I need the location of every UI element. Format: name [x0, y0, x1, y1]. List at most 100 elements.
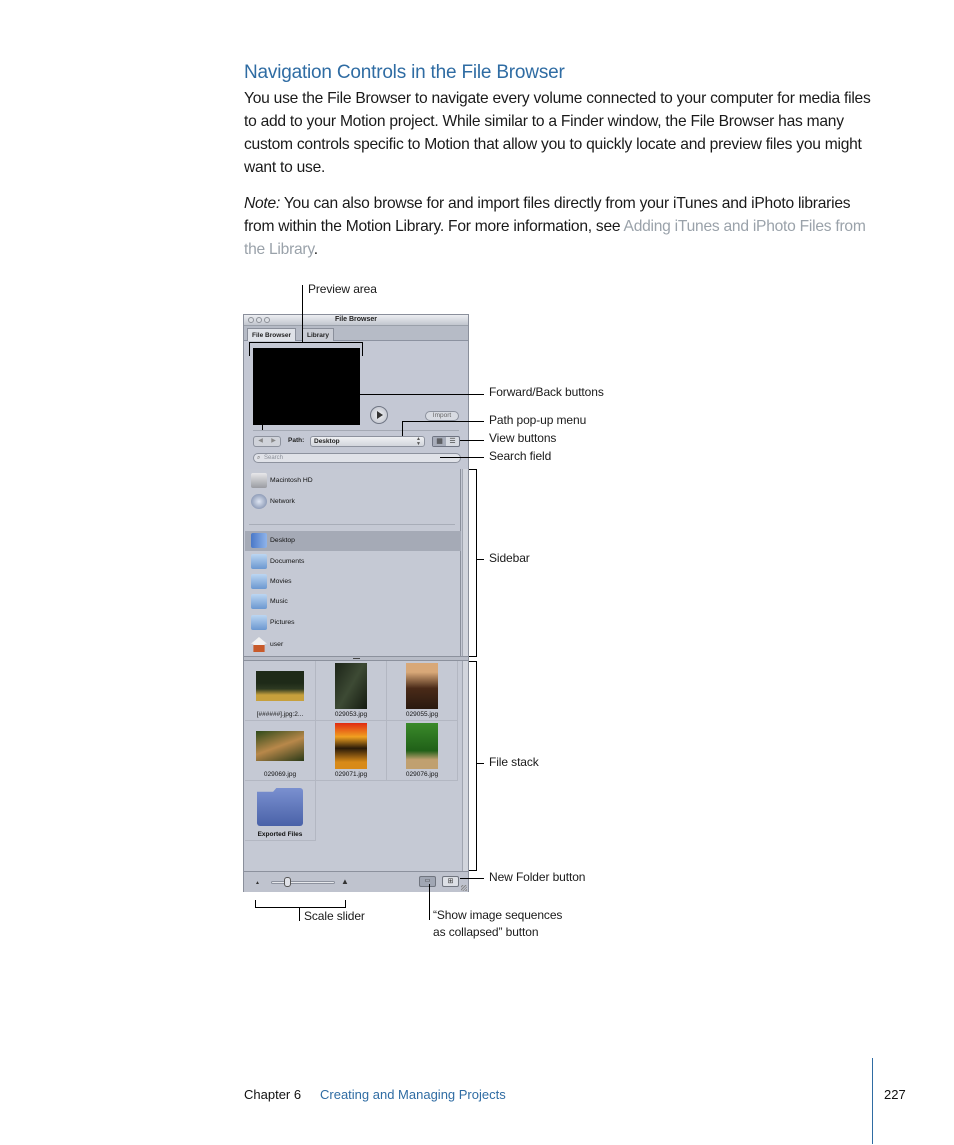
bottom-bar: ▲ ▲ ▭ ⊞: [244, 871, 468, 892]
icon-view-button[interactable]: ▦: [433, 437, 446, 446]
file-stack: [######].jpg:2... 029053.jpg 029055.jpg …: [245, 661, 461, 871]
callout-line: [255, 907, 346, 908]
file-browser-window: File Browser File Browser Library Import…: [243, 314, 469, 892]
footer-chapter: Chapter 6: [244, 1087, 302, 1102]
small-scale-icon: ▲: [255, 880, 260, 886]
forward-button[interactable]: ▶: [267, 437, 280, 446]
list-view-button[interactable]: ☰: [446, 437, 459, 446]
tab-library[interactable]: Library: [302, 328, 335, 341]
show-sequences-collapsed-button[interactable]: ▭: [419, 876, 436, 887]
callout-line: [302, 285, 303, 343]
image-thumbnail: [406, 663, 438, 709]
note-paragraph: Note: You can also browse for and import…: [244, 192, 884, 261]
resize-grip-icon[interactable]: [461, 885, 467, 891]
sidebar-item-label: Desktop: [270, 537, 295, 544]
callout-line: [460, 878, 484, 879]
file-stack-scrollbar[interactable]: [462, 661, 468, 871]
callout-view-buttons: View buttons: [489, 431, 557, 445]
callout-line: [460, 440, 484, 441]
image-thumbnail: [256, 731, 304, 761]
preview-area: [253, 348, 360, 425]
file-item[interactable]: 029076.jpg: [387, 721, 458, 781]
sidebar-item-label: user: [270, 641, 284, 648]
sidebar-item-documents[interactable]: Documents: [245, 552, 461, 572]
callout-preview-area: Preview area: [308, 282, 377, 296]
intro-paragraph: You use the File Browser to navigate eve…: [244, 90, 871, 176]
sidebar-item-label: Pictures: [270, 619, 295, 626]
callout-line: [402, 421, 484, 422]
sidebar-item-music[interactable]: Music: [245, 592, 461, 612]
callout-line: [476, 763, 484, 764]
back-button[interactable]: ◀: [254, 437, 267, 446]
image-thumbnail: [406, 723, 438, 769]
file-label: 029076.jpg: [405, 771, 439, 778]
sidebar-item-label: Documents: [270, 558, 305, 565]
image-thumbnail: [335, 663, 367, 709]
sidebar-divider: [249, 524, 455, 525]
callout-line: [262, 394, 263, 430]
file-item[interactable]: Exported Files: [245, 781, 316, 841]
file-label: Exported Files: [257, 831, 303, 838]
note-label: Note:: [244, 195, 281, 212]
callout-scale-slider: Scale slider: [304, 909, 365, 923]
sidebar: Macintosh HD Network Desktop Documents M…: [245, 469, 461, 656]
view-buttons: ▦ ☰: [432, 436, 460, 447]
image-thumbnail: [335, 723, 367, 769]
folder-icon: [257, 788, 303, 826]
file-item[interactable]: 029053.jpg: [316, 661, 387, 721]
forward-back-buttons: ◀ ▶: [253, 436, 281, 447]
sidebar-item-movies[interactable]: Movies: [245, 572, 461, 592]
callout-line: [249, 342, 250, 356]
new-folder-button[interactable]: ⊞: [442, 876, 459, 887]
page-number: 227: [884, 1087, 906, 1102]
footer-chapter-title[interactable]: Creating and Managing Projects: [320, 1087, 506, 1102]
sidebar-item-macintosh-hd[interactable]: Macintosh HD: [245, 471, 461, 491]
callout-line: [476, 469, 477, 657]
image-sequence-thumbnail: [256, 671, 304, 701]
callout-line: [476, 559, 484, 560]
callout-line: [429, 884, 430, 920]
callout-line: [469, 656, 477, 657]
file-label: 029069.jpg: [263, 771, 297, 778]
file-item[interactable]: 029071.jpg: [316, 721, 387, 781]
title-bar: File Browser: [244, 315, 468, 326]
import-button[interactable]: Import: [425, 411, 459, 421]
tab-bar: File Browser Library: [244, 326, 468, 341]
hard-drive-icon: [251, 473, 267, 488]
sidebar-item-pictures[interactable]: Pictures: [245, 613, 461, 633]
search-icon: ⌕: [257, 455, 261, 461]
path-label: Path:: [288, 437, 305, 444]
network-icon: [251, 494, 267, 509]
large-scale-icon: ▲: [341, 877, 349, 886]
callout-file-stack: File stack: [489, 755, 539, 769]
callout-line: [476, 661, 477, 871]
sidebar-item-label: Macintosh HD: [270, 477, 313, 484]
scale-slider[interactable]: [271, 881, 335, 884]
callout-line: [249, 342, 363, 343]
divider: [253, 430, 459, 431]
sidebar-item-network[interactable]: Network: [245, 492, 461, 512]
path-popup-menu[interactable]: Desktop ▲ ▼: [310, 436, 425, 447]
file-label: 029071.jpg: [334, 771, 368, 778]
pictures-folder-icon: [251, 615, 267, 630]
window-title: File Browser: [334, 316, 377, 323]
sidebar-item-user[interactable]: user: [245, 635, 461, 655]
search-field[interactable]: ⌕ Search: [253, 453, 461, 463]
file-label: [######].jpg:2...: [256, 711, 304, 718]
file-item[interactable]: [######].jpg:2...: [245, 661, 316, 721]
footer-divider: [872, 1058, 873, 1144]
tab-file-browser[interactable]: File Browser: [247, 328, 297, 341]
file-item[interactable]: 029069.jpg: [245, 721, 316, 781]
sidebar-item-desktop[interactable]: Desktop: [245, 531, 461, 551]
play-button[interactable]: [370, 406, 388, 424]
scale-slider-thumb[interactable]: [284, 877, 291, 887]
callout-line: [362, 342, 363, 356]
sidebar-item-label: Network: [270, 498, 295, 505]
sidebar-item-label: Music: [270, 598, 288, 605]
callout-path-popup: Path pop-up menu: [489, 413, 587, 427]
sidebar-scrollbar[interactable]: [462, 469, 468, 656]
callout-line: [469, 870, 477, 871]
file-item[interactable]: 029055.jpg: [387, 661, 458, 721]
sidebar-item-label: Movies: [270, 578, 292, 585]
callout-new-folder: New Folder button: [489, 870, 586, 884]
